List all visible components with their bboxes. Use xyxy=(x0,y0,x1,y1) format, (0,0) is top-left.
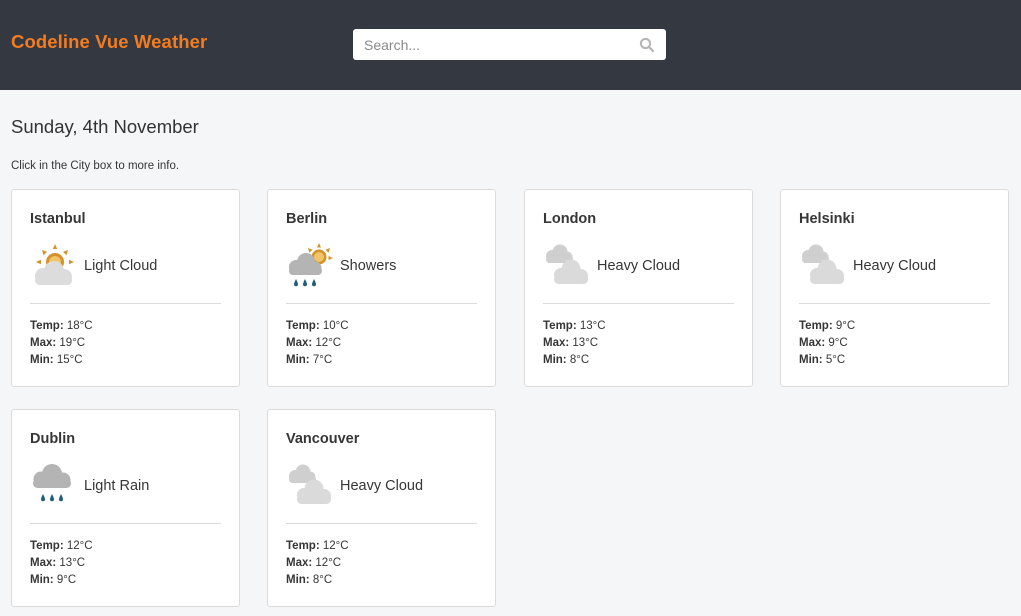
showers-icon xyxy=(289,243,333,287)
heavy-cloud-icon xyxy=(289,464,331,504)
max-value: 12°C xyxy=(315,337,342,349)
weather-condition: Heavy Cloud xyxy=(597,258,681,274)
city-name: Helsinki xyxy=(799,211,855,227)
weather-condition: Light Cloud xyxy=(84,258,158,274)
max-stat: Max: 9°C xyxy=(799,337,848,349)
city-name: Istanbul xyxy=(30,211,86,227)
temp-label: Temp: xyxy=(543,320,577,332)
min-label: Min: xyxy=(286,574,310,586)
max-label: Max: xyxy=(30,557,57,569)
max-stat: Max: 13°C xyxy=(543,337,598,349)
temp-value: 9°C xyxy=(835,320,856,332)
min-value: 9°C xyxy=(56,574,77,586)
divider xyxy=(286,303,477,304)
max-label: Max: xyxy=(286,557,313,569)
temp-stat: Temp: 13°C xyxy=(543,320,606,332)
temp-stat: Temp: 12°C xyxy=(286,540,349,552)
city-card[interactable]: London Heavy Cloud Temp: 13°C Max: 13°C … xyxy=(524,189,753,387)
page-title: Sunday, 4th November xyxy=(11,116,199,137)
min-value: 7°C xyxy=(312,354,333,366)
temp-label: Temp: xyxy=(286,320,320,332)
max-value: 19°C xyxy=(59,337,86,349)
temp-stat: Temp: 9°C xyxy=(799,320,855,332)
max-label: Max: xyxy=(30,337,57,349)
divider xyxy=(30,523,221,524)
temp-value: 12°C xyxy=(322,540,349,552)
temp-stat: Temp: 12°C xyxy=(30,540,93,552)
divider xyxy=(30,303,221,304)
temp-value: 12°C xyxy=(66,540,93,552)
city-name: Vancouver xyxy=(286,431,360,447)
max-value: 13°C xyxy=(572,337,599,349)
city-card[interactable]: Dublin Light Rain Temp: 12°C Max: 13°C M… xyxy=(11,409,240,607)
city-card[interactable]: Vancouver Heavy Cloud Temp: 12°C Max: 12… xyxy=(267,409,496,607)
weather-condition: Heavy Cloud xyxy=(340,478,424,494)
heavy-cloud-icon xyxy=(546,244,588,284)
min-stat: Min: 9°C xyxy=(30,574,76,586)
min-label: Min: xyxy=(799,354,823,366)
city-card[interactable]: Berlin Showers Temp: 10°C Max: 12°C Min:… xyxy=(267,189,496,387)
max-label: Max: xyxy=(543,337,570,349)
min-label: Min: xyxy=(30,354,54,366)
min-stat: Min: 15°C xyxy=(30,354,83,366)
divider xyxy=(543,303,734,304)
temp-value: 18°C xyxy=(66,320,93,332)
city-name: Berlin xyxy=(286,211,328,227)
max-stat: Max: 12°C xyxy=(286,337,341,349)
temp-stat: Temp: 18°C xyxy=(30,320,93,332)
min-stat: Min: 8°C xyxy=(286,574,332,586)
weather-condition: Light Rain xyxy=(84,478,150,494)
max-stat: Max: 12°C xyxy=(286,557,341,569)
hint-text: Click in the City box to more info. xyxy=(11,160,180,172)
max-value: 12°C xyxy=(315,557,342,569)
min-value: 8°C xyxy=(569,354,590,366)
max-value: 9°C xyxy=(828,337,848,349)
temp-label: Temp: xyxy=(799,320,833,332)
search-input[interactable] xyxy=(353,29,633,60)
city-name: Dublin xyxy=(30,431,76,447)
min-stat: Min: 8°C xyxy=(543,354,589,366)
weather-condition: Showers xyxy=(340,258,397,274)
light-cloud-icon xyxy=(35,244,74,285)
temp-value: 13°C xyxy=(579,320,606,332)
min-stat: Min: 5°C xyxy=(799,354,845,366)
min-value: 15°C xyxy=(56,354,83,366)
temp-stat: Temp: 10°C xyxy=(286,320,349,332)
temp-value: 10°C xyxy=(322,320,349,332)
min-label: Min: xyxy=(30,574,54,586)
city-name: London xyxy=(543,211,597,227)
min-value: 8°C xyxy=(312,574,333,586)
max-label: Max: xyxy=(799,337,826,349)
max-label: Max: xyxy=(286,337,313,349)
temp-label: Temp: xyxy=(286,540,320,552)
search-icon[interactable] xyxy=(639,37,655,53)
search-box[interactable] xyxy=(353,29,666,60)
max-stat: Max: 19°C xyxy=(30,337,85,349)
light-rain-icon xyxy=(33,464,71,502)
min-label: Min: xyxy=(286,354,310,366)
divider xyxy=(286,523,477,524)
max-stat: Max: 13°C xyxy=(30,557,85,569)
max-value: 13°C xyxy=(59,557,86,569)
city-card[interactable]: Helsinki Heavy Cloud Temp: 9°C Max: 9°C … xyxy=(780,189,1009,387)
app-header: Codeline Vue Weather xyxy=(0,0,1021,90)
min-label: Min: xyxy=(543,354,567,366)
min-value: 5°C xyxy=(825,354,846,366)
divider xyxy=(799,303,990,304)
app-brand[interactable]: Codeline Vue Weather xyxy=(11,31,207,53)
weather-condition: Heavy Cloud xyxy=(853,258,937,274)
min-stat: Min: 7°C xyxy=(286,354,332,366)
temp-label: Temp: xyxy=(30,540,64,552)
temp-label: Temp: xyxy=(30,320,64,332)
heavy-cloud-icon xyxy=(802,244,844,284)
city-card[interactable]: Istanbul Light Cloud Temp: 18°C Max: 19°… xyxy=(11,189,240,387)
